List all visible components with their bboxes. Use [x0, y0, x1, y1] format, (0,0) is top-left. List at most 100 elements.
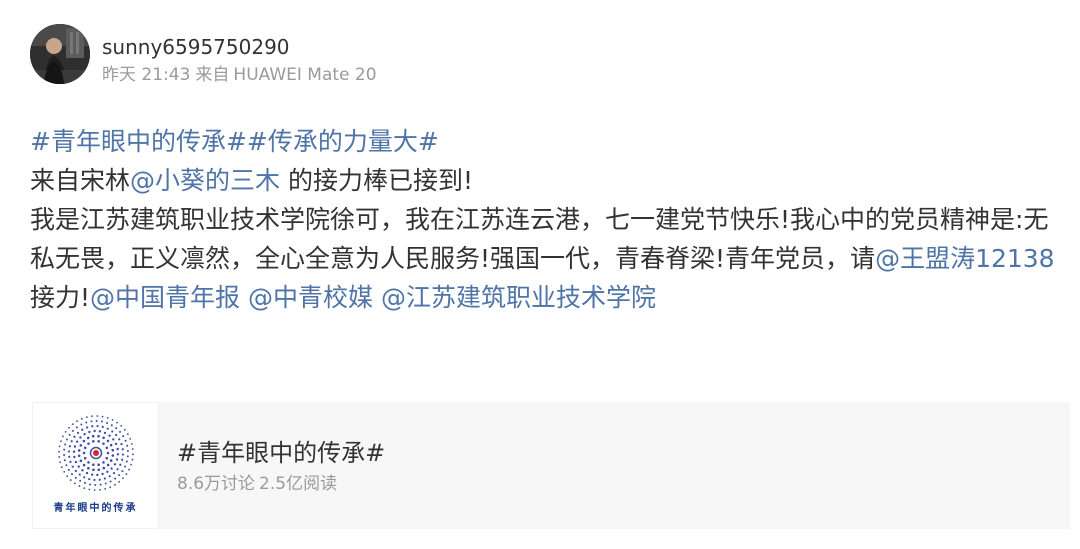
logo-dot	[88, 488, 91, 491]
logo-dot	[79, 479, 82, 482]
logo-dot	[67, 450, 71, 453]
post-time: 昨天 21:43	[102, 65, 191, 85]
avatar-image	[30, 24, 90, 84]
logo-dot	[121, 453, 125, 456]
logo-dot	[106, 417, 109, 419]
logo-dot	[80, 417, 83, 420]
logo-dot	[65, 438, 68, 441]
main-paragraph: 我是江苏建筑职业技术学院徐可，我在江苏连云港，七一建党节快乐!我心中的党员精神是…	[30, 200, 1060, 317]
logo-dot	[67, 468, 70, 471]
logo-dot	[102, 436, 105, 440]
logo-dot	[108, 475, 111, 478]
mention-xiaokui[interactable]: @小葵的三木	[130, 166, 280, 195]
logo-dot	[91, 425, 94, 428]
logo-dot	[71, 465, 74, 468]
avatar[interactable]	[30, 24, 90, 84]
topic-card[interactable]: 青年眼中的传承 #青年眼中的传承# 8.6万讨论 2.5亿阅读	[32, 402, 1070, 529]
logo-dot	[68, 433, 71, 436]
logo-dot	[82, 439, 86, 443]
logo-dot	[64, 443, 67, 446]
mention-zhongguoqingnianbao[interactable]: @中国青年报	[90, 283, 240, 312]
logo-dot	[97, 434, 100, 438]
logo-dot	[103, 431, 107, 435]
username[interactable]: sunny6595750290	[102, 34, 382, 60]
logo-dot	[93, 489, 96, 491]
thumbnail-caption: 青年眼中的传承	[53, 503, 138, 514]
logo-dot	[71, 473, 73, 476]
logo-dot	[90, 420, 93, 423]
logo-dot	[79, 444, 83, 447]
logo-dot	[104, 482, 107, 485]
logo-dot	[97, 468, 101, 472]
logo-dot	[130, 442, 133, 445]
logo-dot	[99, 483, 102, 486]
logo-dot	[119, 463, 122, 466]
logo-dot	[82, 451, 86, 455]
logo-dot	[81, 428, 84, 431]
logo-dot	[73, 482, 76, 485]
logo-dot	[65, 464, 68, 467]
logo-dot	[113, 483, 116, 486]
logo-dot	[101, 415, 104, 418]
logo-dot	[72, 450, 76, 453]
logo-dot	[118, 438, 121, 441]
topic-reads: 2.5亿阅读	[259, 473, 338, 494]
logo-dot	[121, 458, 124, 461]
logo-dot	[63, 448, 66, 451]
logo-dot	[86, 426, 89, 429]
logo-dot	[126, 444, 129, 447]
logo-dot	[116, 447, 119, 451]
logo-dot	[77, 454, 81, 458]
logo-dot	[97, 463, 100, 466]
logo-dot	[112, 472, 116, 475]
logo-dot	[75, 440, 79, 443]
logo-dot	[71, 429, 74, 432]
mention-wangmengtao[interactable]: @王盟涛12138	[875, 244, 1055, 273]
logo-dot	[132, 453, 134, 456]
logo-dot	[122, 435, 125, 438]
logo-dot	[89, 483, 92, 486]
logo-dot	[74, 476, 77, 479]
hashtag-chuancheng[interactable]: #传承的力量大#	[247, 127, 439, 156]
logo-dot	[105, 456, 109, 460]
logo-dot	[85, 416, 88, 419]
logo-dot	[63, 453, 66, 456]
logo-dot	[83, 456, 87, 460]
logo-dot	[74, 469, 77, 473]
logo-dot	[128, 468, 130, 471]
logo-dot	[94, 483, 97, 486]
logo-dot	[118, 480, 121, 483]
logo-dot	[62, 435, 64, 438]
logo-dot	[110, 424, 113, 427]
logo-dot	[81, 469, 84, 472]
mention-jiangsu-jianzhu[interactable]: @江苏建筑职业技术学院	[381, 283, 656, 312]
logo-dot	[114, 477, 117, 480]
logo-dot	[131, 458, 134, 461]
relay-line: 来自宋林@小葵的三木 的接力棒已接到!	[30, 161, 1060, 200]
logo-dot	[86, 436, 90, 440]
logo-dot	[73, 455, 76, 459]
logo-dot	[83, 487, 86, 489]
logo-dot	[106, 421, 109, 424]
logo-dot	[102, 461, 105, 464]
logo-dot	[78, 485, 81, 487]
topic-title[interactable]: #青年眼中的传承#	[177, 437, 385, 469]
logo-dot	[124, 439, 127, 442]
mention-zhongqingxiaomei[interactable]: @中青校媒	[248, 283, 373, 312]
logo-dot	[92, 463, 95, 466]
logo-dot	[114, 442, 118, 446]
logo-dot	[116, 468, 119, 471]
logo-dot	[130, 463, 132, 466]
logo-dot	[103, 477, 106, 480]
logo-dot	[68, 445, 71, 448]
logo-dot	[106, 427, 109, 430]
logo-dot	[69, 479, 72, 481]
logo-dot	[63, 470, 66, 473]
logo-center-dot	[93, 450, 99, 456]
logo-dot	[78, 473, 81, 476]
hashtag-qingnian[interactable]: #青年眼中的传承#	[30, 127, 247, 156]
logo-dot	[88, 478, 91, 481]
logo-dot	[99, 488, 101, 491]
logo-dot	[126, 450, 129, 453]
logo-dot	[118, 474, 121, 477]
